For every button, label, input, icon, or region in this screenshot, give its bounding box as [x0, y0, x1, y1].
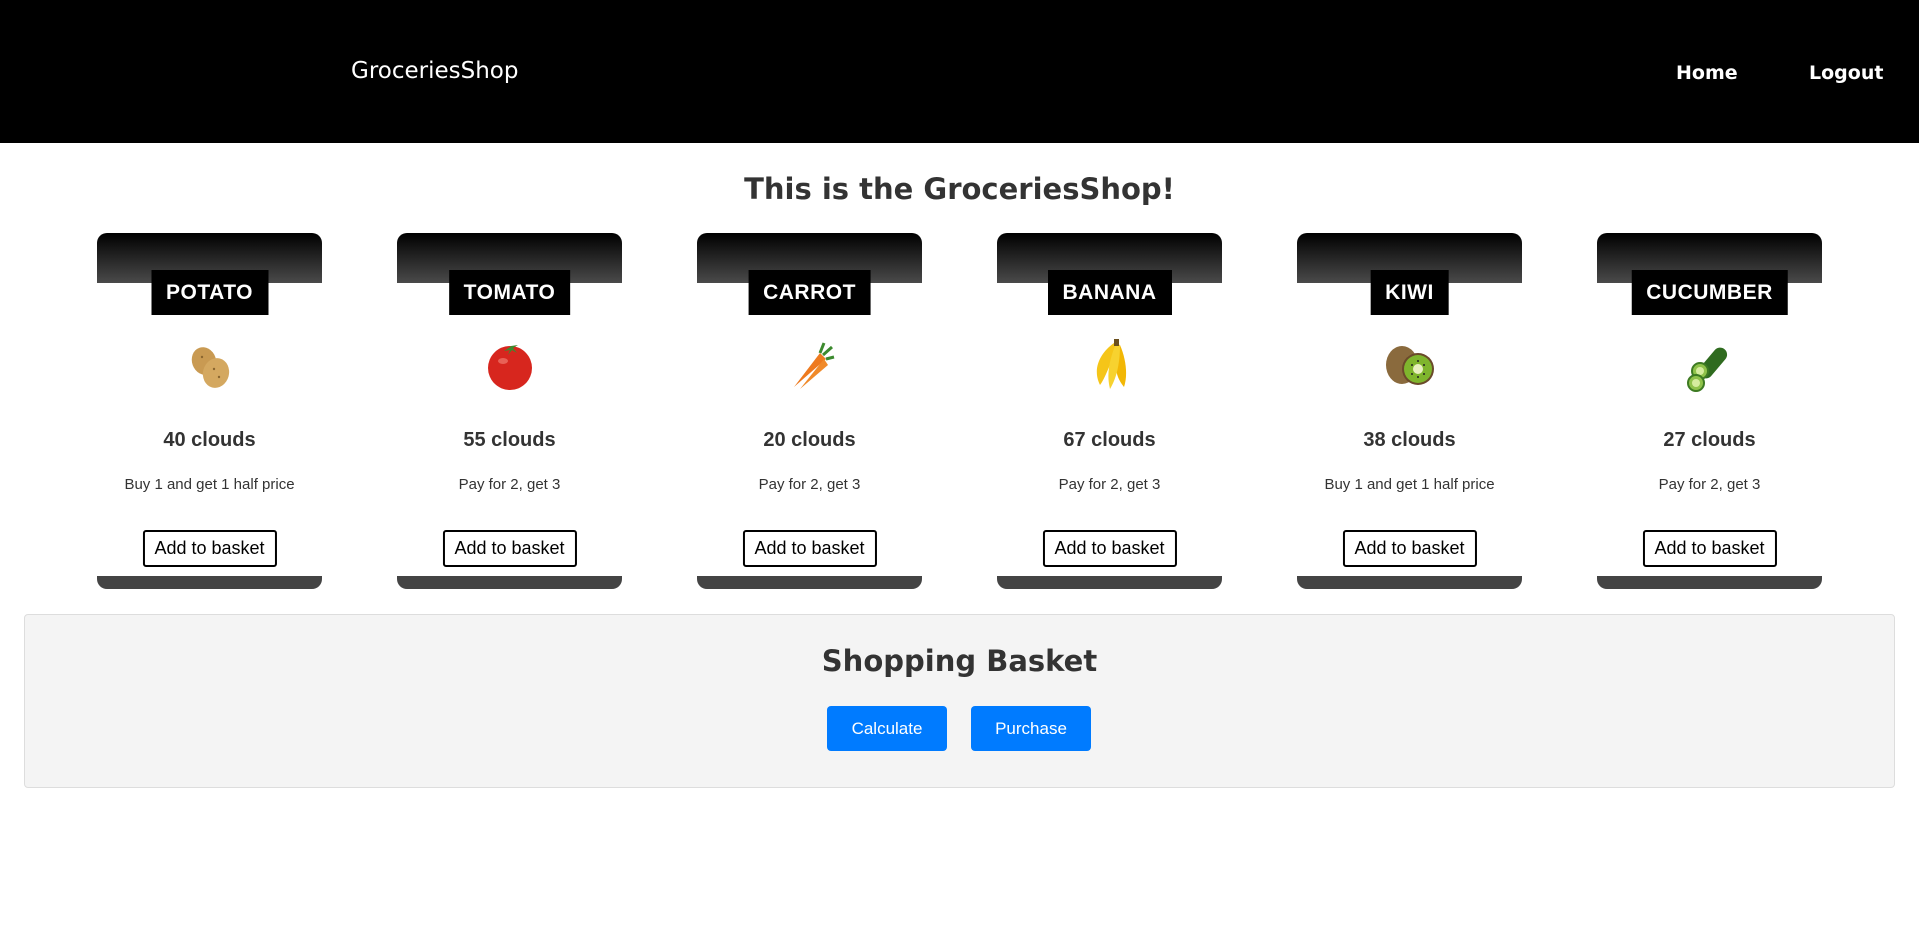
banana-icon	[997, 335, 1222, 395]
top-navbar: GroceriesShop Home Logout	[0, 0, 1919, 143]
add-to-basket-button[interactable]: Add to basket	[1642, 530, 1777, 567]
carrot-icon	[697, 335, 922, 395]
product-offer: Pay for 2, get 3	[458, 476, 561, 493]
product-offer: Buy 1 and get 1 half price	[124, 476, 295, 493]
add-to-basket-button[interactable]: Add to basket	[142, 530, 277, 567]
product-card-potato: POTATO 40 clouds Buy 1 and get 1 half pr…	[97, 233, 322, 589]
card-footer-band	[1297, 576, 1522, 589]
product-offer: Pay for 2, get 3	[758, 476, 861, 493]
card-footer-band	[397, 576, 622, 589]
product-price: 20 clouds	[763, 429, 856, 451]
card-footer-band	[997, 576, 1222, 589]
product-name: POTATO	[151, 270, 268, 315]
basket-title: Shopping Basket	[821, 644, 1098, 678]
product-card-tomato: TOMATO 55 clouds Pay for 2, get 3 Add to…	[397, 233, 622, 589]
product-offer: Buy 1 and get 1 half price	[1324, 476, 1495, 493]
product-price: 55 clouds	[463, 429, 556, 451]
product-name: TOMATO	[448, 270, 571, 315]
calculate-button[interactable]: Calculate	[827, 706, 947, 751]
potato-icon	[97, 335, 322, 395]
add-to-basket-button[interactable]: Add to basket	[742, 530, 877, 567]
product-offer: Pay for 2, get 3	[1058, 476, 1161, 493]
product-card-carrot: CARROT 20 clouds Pay for 2, get 3 Add to…	[697, 233, 922, 589]
nav-logout-link[interactable]: Logout	[1809, 62, 1883, 84]
product-name: CARROT	[748, 270, 871, 315]
product-price: 40 clouds	[163, 429, 256, 451]
add-to-basket-button[interactable]: Add to basket	[1342, 530, 1477, 567]
product-card-banana: BANANA 67 clouds Pay for 2, get 3 Add to…	[997, 233, 1222, 589]
product-name: BANANA	[1047, 270, 1172, 315]
add-to-basket-button[interactable]: Add to basket	[1042, 530, 1177, 567]
purchase-button[interactable]: Purchase	[971, 706, 1091, 751]
product-name: CUCUMBER	[1631, 270, 1788, 315]
product-price: 67 clouds	[1063, 429, 1156, 451]
kiwi-icon	[1297, 335, 1522, 395]
cucumber-icon	[1597, 335, 1822, 395]
tomato-icon	[397, 335, 622, 395]
page-title: This is the GroceriesShop!	[744, 172, 1175, 206]
product-offer: Pay for 2, get 3	[1658, 476, 1761, 493]
product-list: POTATO 40 clouds Buy 1 and get 1 half pr…	[97, 233, 1822, 589]
product-card-cucumber: CUCUMBER 27 clouds Pay for 2, get 3 Add …	[1597, 233, 1822, 589]
shopping-basket-panel: Shopping Basket Calculate Purchase	[24, 614, 1895, 788]
card-footer-band	[1597, 576, 1822, 589]
product-price: 38 clouds	[1363, 429, 1456, 451]
add-to-basket-button[interactable]: Add to basket	[442, 530, 577, 567]
product-name: KIWI	[1370, 270, 1449, 315]
product-price: 27 clouds	[1663, 429, 1756, 451]
card-footer-band	[97, 576, 322, 589]
brand-logo-text[interactable]: GroceriesShop	[351, 58, 518, 84]
product-card-kiwi: KIWI 38 clouds Buy 1 and get 1 half pric…	[1297, 233, 1522, 589]
nav-home-link[interactable]: Home	[1676, 62, 1738, 84]
card-footer-band	[697, 576, 922, 589]
